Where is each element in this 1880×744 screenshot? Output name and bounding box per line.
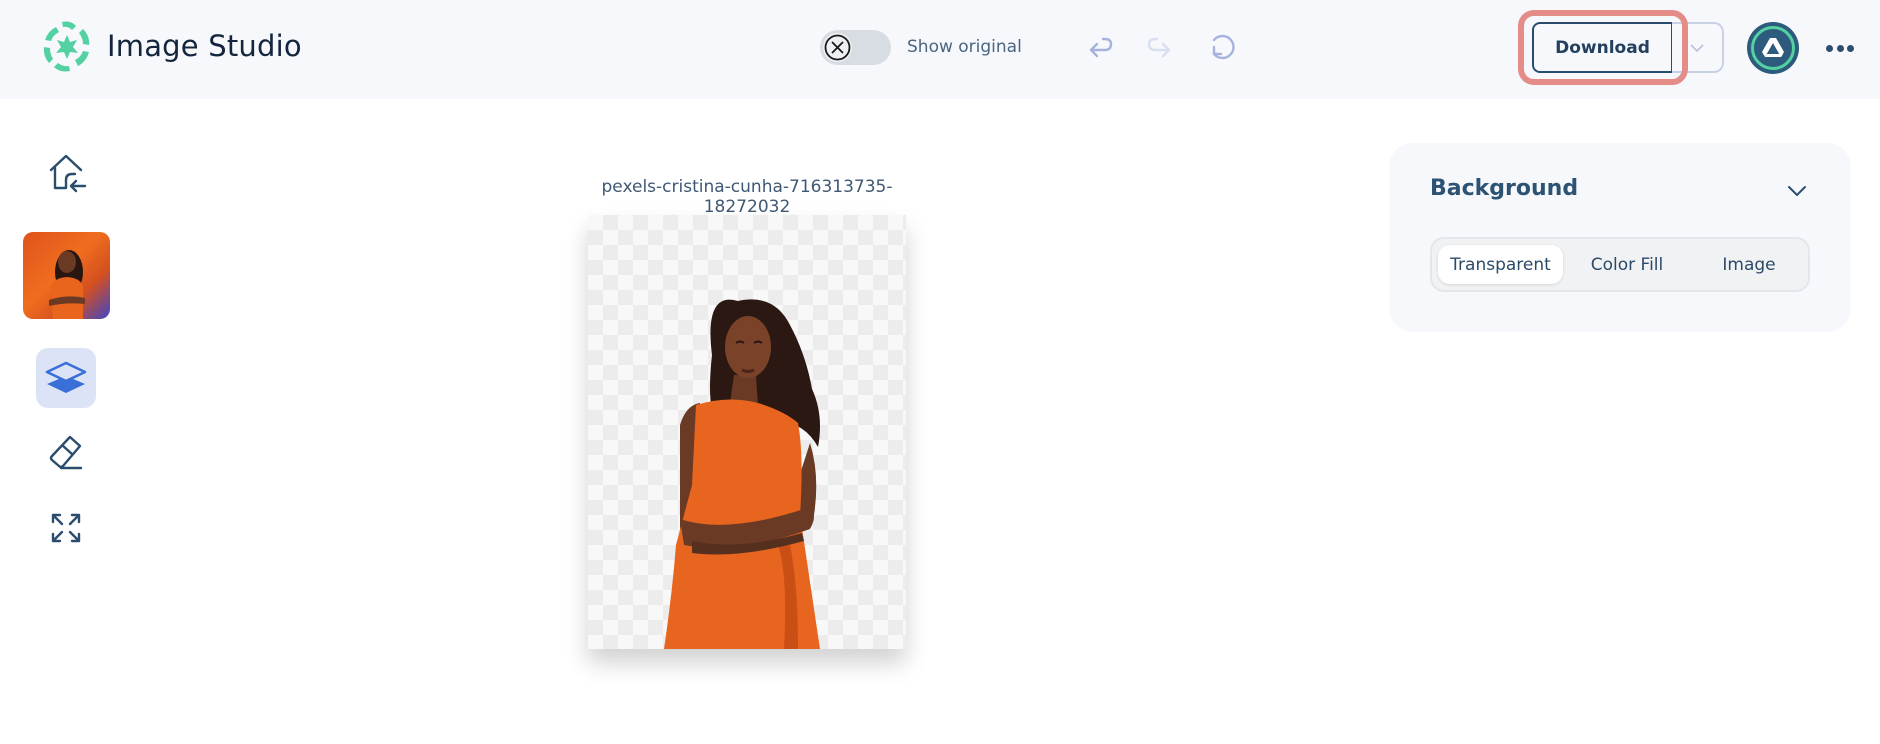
- home-back-icon[interactable]: [36, 143, 96, 203]
- google-drive-button[interactable]: [1747, 22, 1799, 74]
- background-type-segmented-control: Transparent Color Fill Image: [1430, 237, 1810, 292]
- layers-icon[interactable]: [36, 348, 96, 408]
- option-image[interactable]: Image: [1692, 245, 1806, 284]
- option-transparent[interactable]: Transparent: [1438, 245, 1563, 284]
- image-thumbnail[interactable]: [23, 232, 110, 319]
- dot: [1826, 44, 1833, 52]
- chevron-down-icon: [1690, 43, 1704, 52]
- app-logo-icon: [38, 18, 96, 76]
- undo-icon[interactable]: [1083, 30, 1117, 64]
- google-drive-icon: [1762, 38, 1784, 57]
- download-options-button[interactable]: [1672, 22, 1724, 73]
- panel-title: Background: [1430, 176, 1579, 201]
- app-title: Image Studio: [107, 29, 302, 63]
- download-button[interactable]: Download: [1532, 22, 1674, 73]
- cutout-person-image: [664, 299, 820, 649]
- dot: [1836, 44, 1844, 52]
- option-color-fill[interactable]: Color Fill: [1567, 245, 1687, 284]
- redo-icon[interactable]: [1143, 30, 1177, 64]
- image-canvas[interactable]: [588, 215, 906, 649]
- top-header: Image Studio Show original Download: [0, 0, 1880, 99]
- close-circle-icon: [824, 34, 851, 61]
- show-original-toggle[interactable]: [820, 30, 891, 65]
- toggle-knob: [823, 33, 852, 62]
- dot: [1847, 44, 1854, 52]
- image-filename: pexels-cristina-cunha-716313735-18272032: [601, 177, 893, 217]
- expand-icon[interactable]: [36, 498, 96, 558]
- background-panel: Background Transparent Color Fill Image: [1389, 143, 1851, 332]
- collapse-chevron-icon[interactable]: [1783, 179, 1811, 203]
- more-options-icon[interactable]: [1823, 35, 1857, 61]
- reset-icon[interactable]: [1205, 30, 1239, 64]
- show-original-label: Show original: [907, 37, 1022, 57]
- thumbnail-person-image: [49, 250, 85, 319]
- eraser-icon[interactable]: [36, 423, 96, 483]
